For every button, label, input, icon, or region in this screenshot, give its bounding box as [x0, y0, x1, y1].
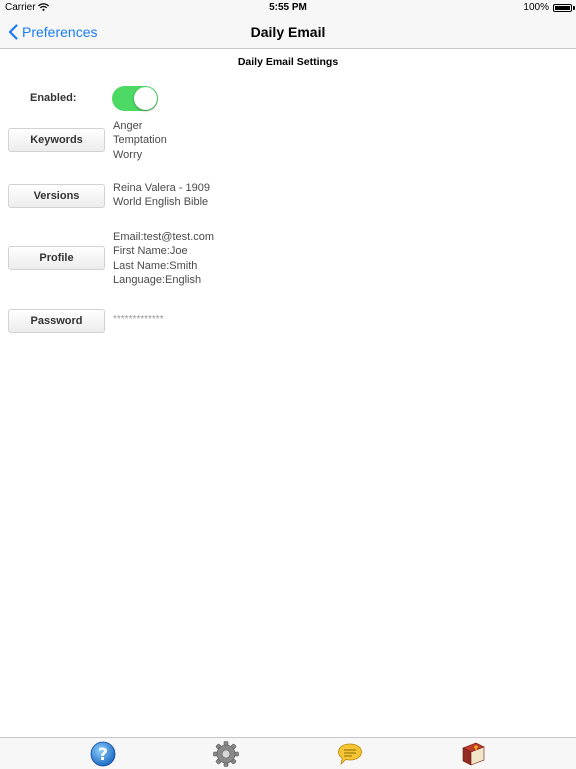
profile-item: Last Name:Smith [113, 259, 198, 272]
battery-icon [553, 4, 572, 12]
navigation-bar: Preferences Daily Email [0, 16, 576, 49]
profile-item: Email:test@test.com [113, 231, 215, 243]
help-question-icon[interactable]: ? [90, 741, 116, 767]
gear-icon[interactable] [213, 741, 239, 767]
enabled-label: Enabled: [30, 92, 77, 104]
enabled-toggle[interactable] [112, 86, 158, 111]
bible-book-icon[interactable] [460, 741, 486, 767]
section-heading: Daily Email Settings [237, 56, 339, 68]
keywords-list: Anger Temptation Worry [113, 119, 167, 162]
versions-list: Reina Valera - 1909 World English Bible [113, 181, 210, 210]
toggle-knob [134, 87, 157, 110]
profile-item: First Name:Joe [113, 245, 188, 258]
profile-item: Language:English [113, 273, 202, 286]
svg-text:?: ? [98, 745, 108, 765]
version-item: Reina Valera - 1909 [113, 182, 211, 194]
status-time: 5:55 PM [269, 2, 307, 13]
tab-bar: ? [0, 737, 576, 769]
profile-list: Email:test@test.com First Name:Joe Last … [113, 230, 214, 287]
keyword-item: Anger [113, 120, 143, 132]
speech-bubble-icon[interactable] [337, 741, 363, 767]
profile-button[interactable]: Profile [8, 246, 105, 270]
page-title: Daily Email [250, 24, 326, 40]
versions-button[interactable]: Versions [8, 184, 105, 208]
keyword-item: Temptation [113, 134, 167, 147]
battery-nub [573, 6, 575, 10]
keyword-item: Worry [113, 148, 143, 161]
battery-percent: 100% [523, 2, 549, 13]
version-item: World English Bible [113, 196, 209, 209]
status-bar: Carrier 5:55 PM 100% [0, 0, 576, 16]
password-value: ************* [113, 314, 164, 325]
keywords-button[interactable]: Keywords [8, 128, 105, 152]
password-button[interactable]: Password [8, 309, 105, 333]
